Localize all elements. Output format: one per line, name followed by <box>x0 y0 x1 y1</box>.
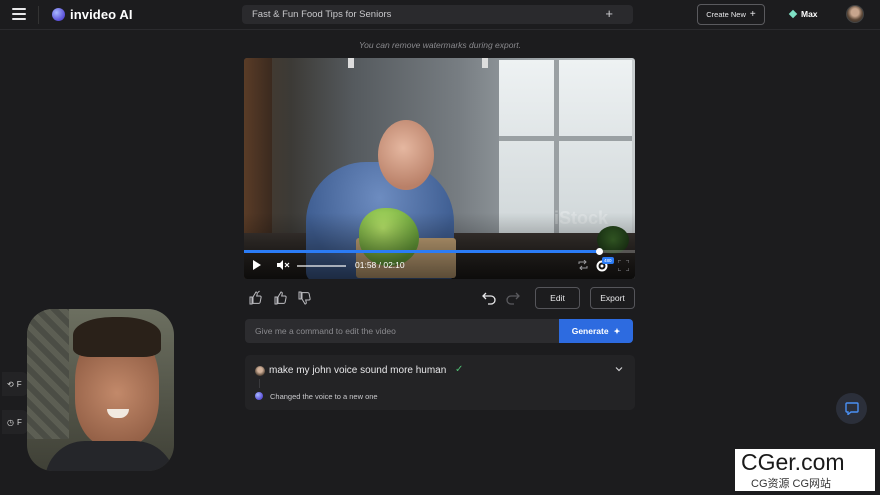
chat-bubble-icon <box>844 402 859 415</box>
clock-icon: ◷ <box>7 417 14 427</box>
hamburger-menu-icon[interactable] <box>12 8 26 20</box>
user-avatar <box>255 366 265 376</box>
volume-slider[interactable] <box>297 265 346 267</box>
chevron-down-icon[interactable] <box>615 365 623 373</box>
generate-label: Generate <box>571 326 609 336</box>
command-history-card: make my john voice sound more human ✓ Ch… <box>245 355 635 410</box>
video-progress-bar[interactable] <box>244 248 635 255</box>
play-icon[interactable] <box>253 260 261 270</box>
command-bar: Generate ✦ <box>245 319 633 343</box>
redo-icon[interactable] <box>505 290 521 306</box>
side-chip-refresh[interactable]: ⟲ F <box>2 372 28 396</box>
video-player[interactable]: iStock 01:58 / 02:10 480 <box>244 58 635 279</box>
invideo-logo-icon <box>52 8 65 21</box>
refresh-icon: ⟲ <box>7 379 14 389</box>
top-bar: invideo AI Fast & Fun Food Tips for Seni… <box>0 0 880 30</box>
plan-badge[interactable]: Max <box>788 9 818 19</box>
plus-icon[interactable]: + <box>605 7 613 21</box>
thumbs-up-icon[interactable] <box>273 290 289 306</box>
video-progress-handle[interactable] <box>595 248 603 255</box>
video-actions-row: Edit Export <box>244 287 635 309</box>
sparkle-icon: ✦ <box>613 326 621 336</box>
edit-button[interactable]: Edit <box>535 287 580 309</box>
command-input[interactable] <box>245 319 559 343</box>
create-new-label: Create New <box>706 10 746 19</box>
video-progress-fill <box>244 250 600 253</box>
time-display: 01:58 / 02:10 <box>355 260 405 270</box>
chat-support-button[interactable] <box>836 393 867 424</box>
invideo-bot-icon <box>255 392 263 400</box>
loop-icon[interactable] <box>577 260 589 270</box>
plan-label: Max <box>801 9 818 19</box>
watermark-notice: You can remove watermarks during export. <box>358 40 522 50</box>
app-logo[interactable]: invideo AI <box>52 7 133 22</box>
export-button[interactable]: Export <box>590 287 635 309</box>
diamond-icon <box>788 9 798 19</box>
site-watermark-main: CGer.com <box>741 449 845 475</box>
history-response: Changed the voice to a new one <box>270 392 378 401</box>
plus-icon: + <box>749 8 756 20</box>
site-watermark: CGer.com CG资源 CG网站 <box>735 449 875 491</box>
side-panel-chips: ⟲ F ◷ F <box>0 370 30 440</box>
undo-icon[interactable] <box>481 290 497 306</box>
generate-button[interactable]: Generate ✦ <box>559 319 633 343</box>
app-name: invideo AI <box>70 7 133 22</box>
divider <box>38 6 39 24</box>
create-new-button[interactable]: Create New + <box>697 4 765 25</box>
fullscreen-icon[interactable] <box>618 260 629 271</box>
double-thumbs-up-icon[interactable] <box>249 290 265 306</box>
history-user-command: make my john voice sound more human <box>269 365 447 376</box>
quality-badge: 480 <box>602 257 614 264</box>
side-chip-history[interactable]: ◷ F <box>2 410 28 434</box>
thumbs-down-icon[interactable] <box>297 290 313 306</box>
check-icon: ✓ <box>455 364 464 375</box>
webcam-overlay <box>27 309 174 471</box>
user-avatar[interactable] <box>846 5 864 23</box>
mute-icon[interactable] <box>276 259 290 271</box>
project-title: Fast & Fun Food Tips for Seniors <box>252 9 392 20</box>
site-watermark-sub: CG资源 CG网站 <box>751 478 832 490</box>
project-title-bar[interactable]: Fast & Fun Food Tips for Seniors + <box>242 5 633 24</box>
video-controls: 01:58 / 02:10 480 <box>244 257 635 275</box>
